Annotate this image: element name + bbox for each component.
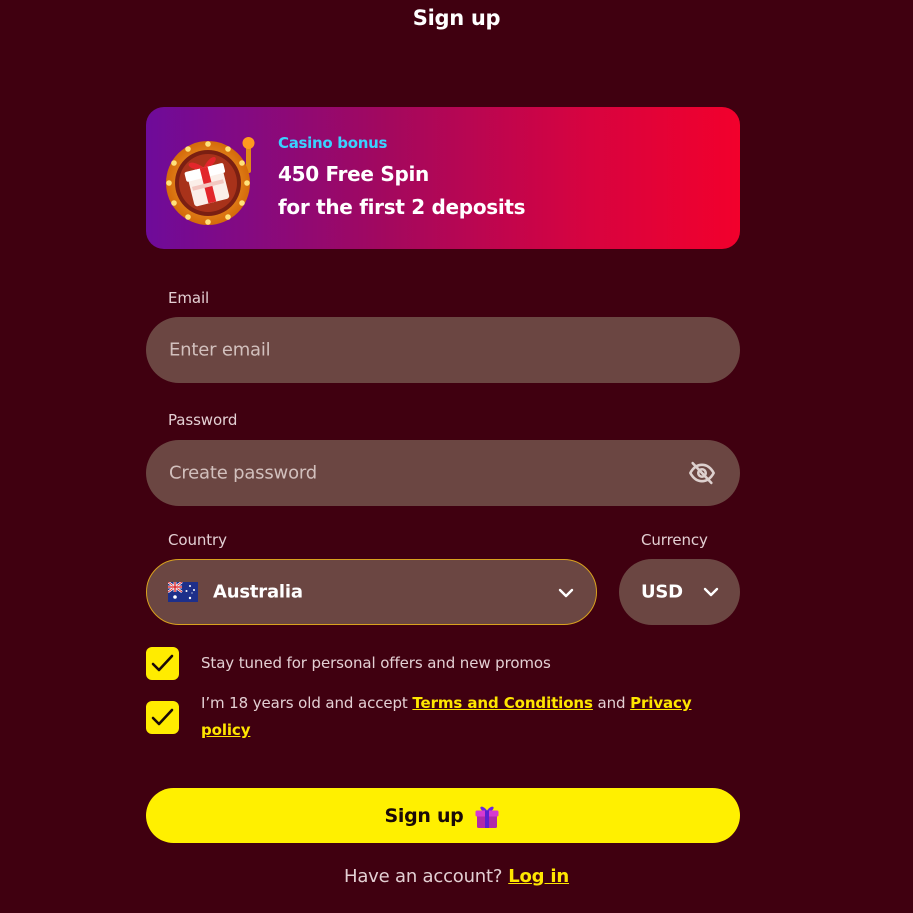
terms-link[interactable]: Terms and Conditions <box>412 694 593 712</box>
sign-up-label: Sign up <box>384 804 464 827</box>
currency-value: USD <box>641 581 683 603</box>
gift-icon <box>475 806 499 828</box>
country-label: Country <box>168 531 227 549</box>
chevron-down-icon <box>703 587 719 597</box>
casino-bonus-banner: Casino bonus 450 Free Spin for the first… <box>146 107 740 249</box>
australia-flag-icon <box>168 582 198 602</box>
login-prompt: Have an account? Log in <box>0 866 913 887</box>
promos-checkbox[interactable] <box>146 647 179 680</box>
bonus-amount: 450 Free Spin <box>278 162 429 186</box>
password-field[interactable]: Create password <box>146 440 740 506</box>
age-terms-checkbox[interactable] <box>146 701 179 734</box>
page-title: Sign up <box>412 6 501 30</box>
sign-up-button[interactable]: Sign up <box>146 788 740 843</box>
eye-slash-icon[interactable] <box>688 459 716 487</box>
signup-page: Sign up Casino bonus 450 Free Spin for t… <box>0 0 913 913</box>
email-placeholder: Enter email <box>169 339 271 361</box>
promos-text: Stay tuned for personal offers and new p… <box>201 654 551 672</box>
bonus-condition: for the first 2 deposits <box>278 195 526 219</box>
login-link[interactable]: Log in <box>508 866 569 887</box>
country-select[interactable]: Australia <box>146 559 597 625</box>
currency-label: Currency <box>641 531 708 549</box>
checkmark-icon <box>151 654 174 672</box>
age-terms-text-middle: and <box>592 694 631 712</box>
age-terms-text-start: I’m 18 years old and accept <box>201 694 413 712</box>
checkmark-icon <box>151 708 174 726</box>
have-account-text: Have an account? <box>343 866 503 887</box>
email-label: Email <box>168 289 210 307</box>
password-label: Password <box>168 411 238 429</box>
password-placeholder: Create password <box>169 462 317 484</box>
country-value: Australia <box>213 581 303 603</box>
currency-select[interactable]: USD <box>619 559 740 625</box>
chevron-down-icon <box>558 588 574 598</box>
slot-wheel-gift-icon <box>166 137 255 225</box>
age-terms-text: I’m 18 years old and accept Terms and Co… <box>201 690 721 744</box>
email-field[interactable]: Enter email <box>146 317 740 383</box>
bonus-tag: Casino bonus <box>278 134 388 152</box>
